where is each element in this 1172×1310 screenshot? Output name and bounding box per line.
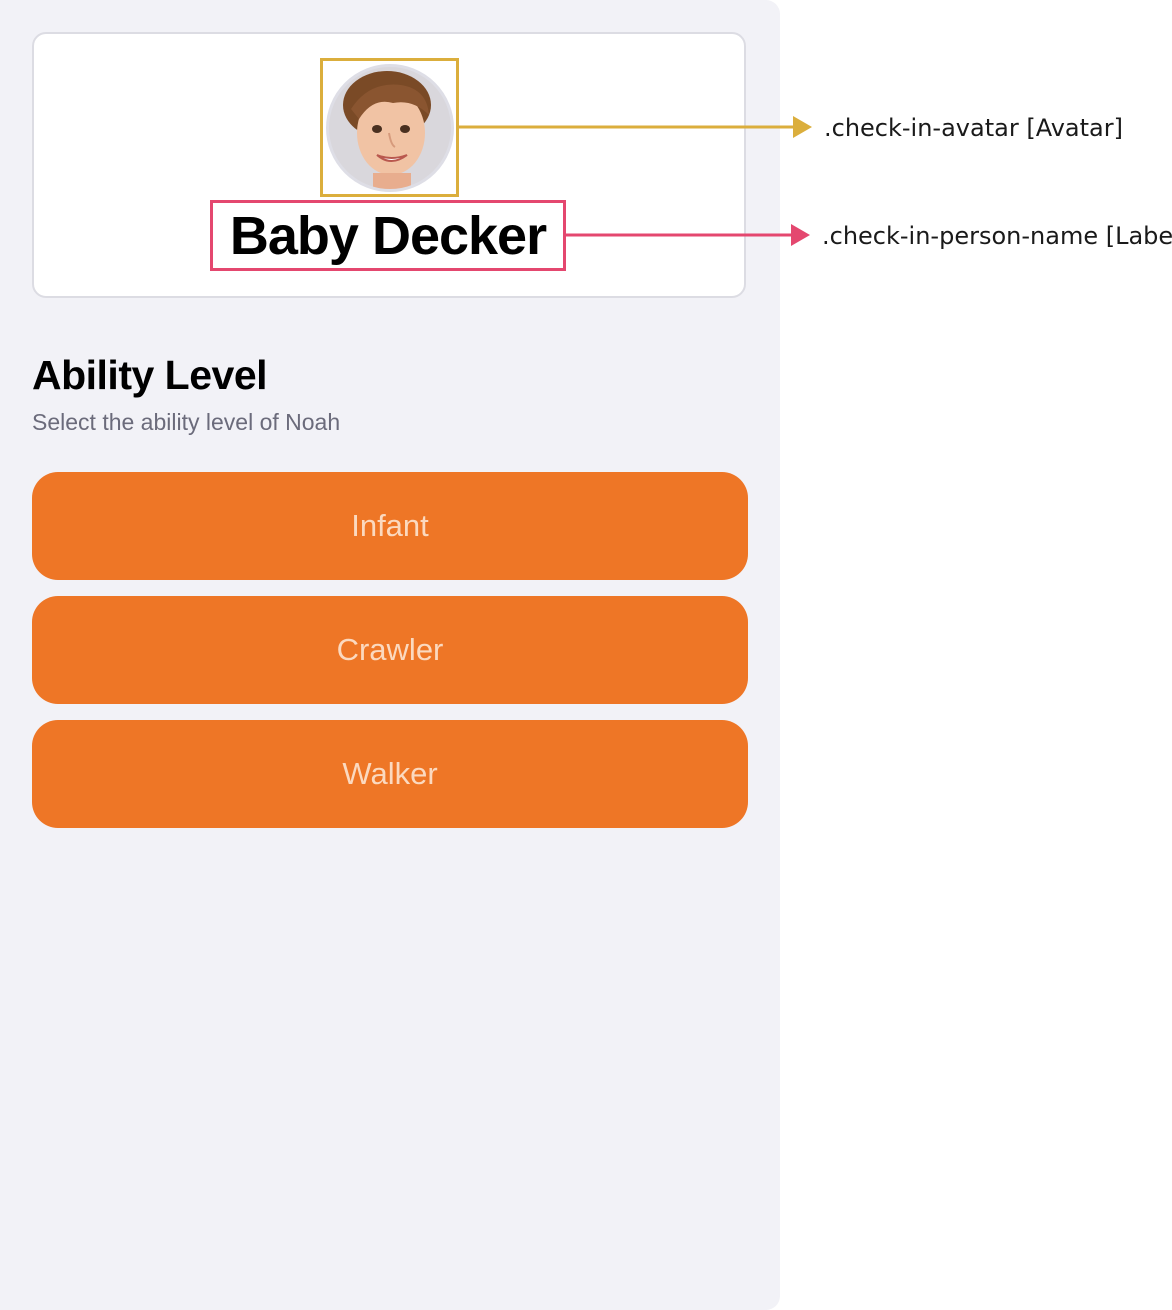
name-annotation-label: .check-in-person-name [Label] xyxy=(822,222,1172,250)
name-annotation-arrowhead-icon xyxy=(791,224,810,246)
annotation-arrows xyxy=(459,116,812,246)
avatar-annotation-arrowhead-icon xyxy=(793,116,812,138)
avatar-annotation-label: .check-in-avatar [Avatar] xyxy=(824,114,1123,142)
